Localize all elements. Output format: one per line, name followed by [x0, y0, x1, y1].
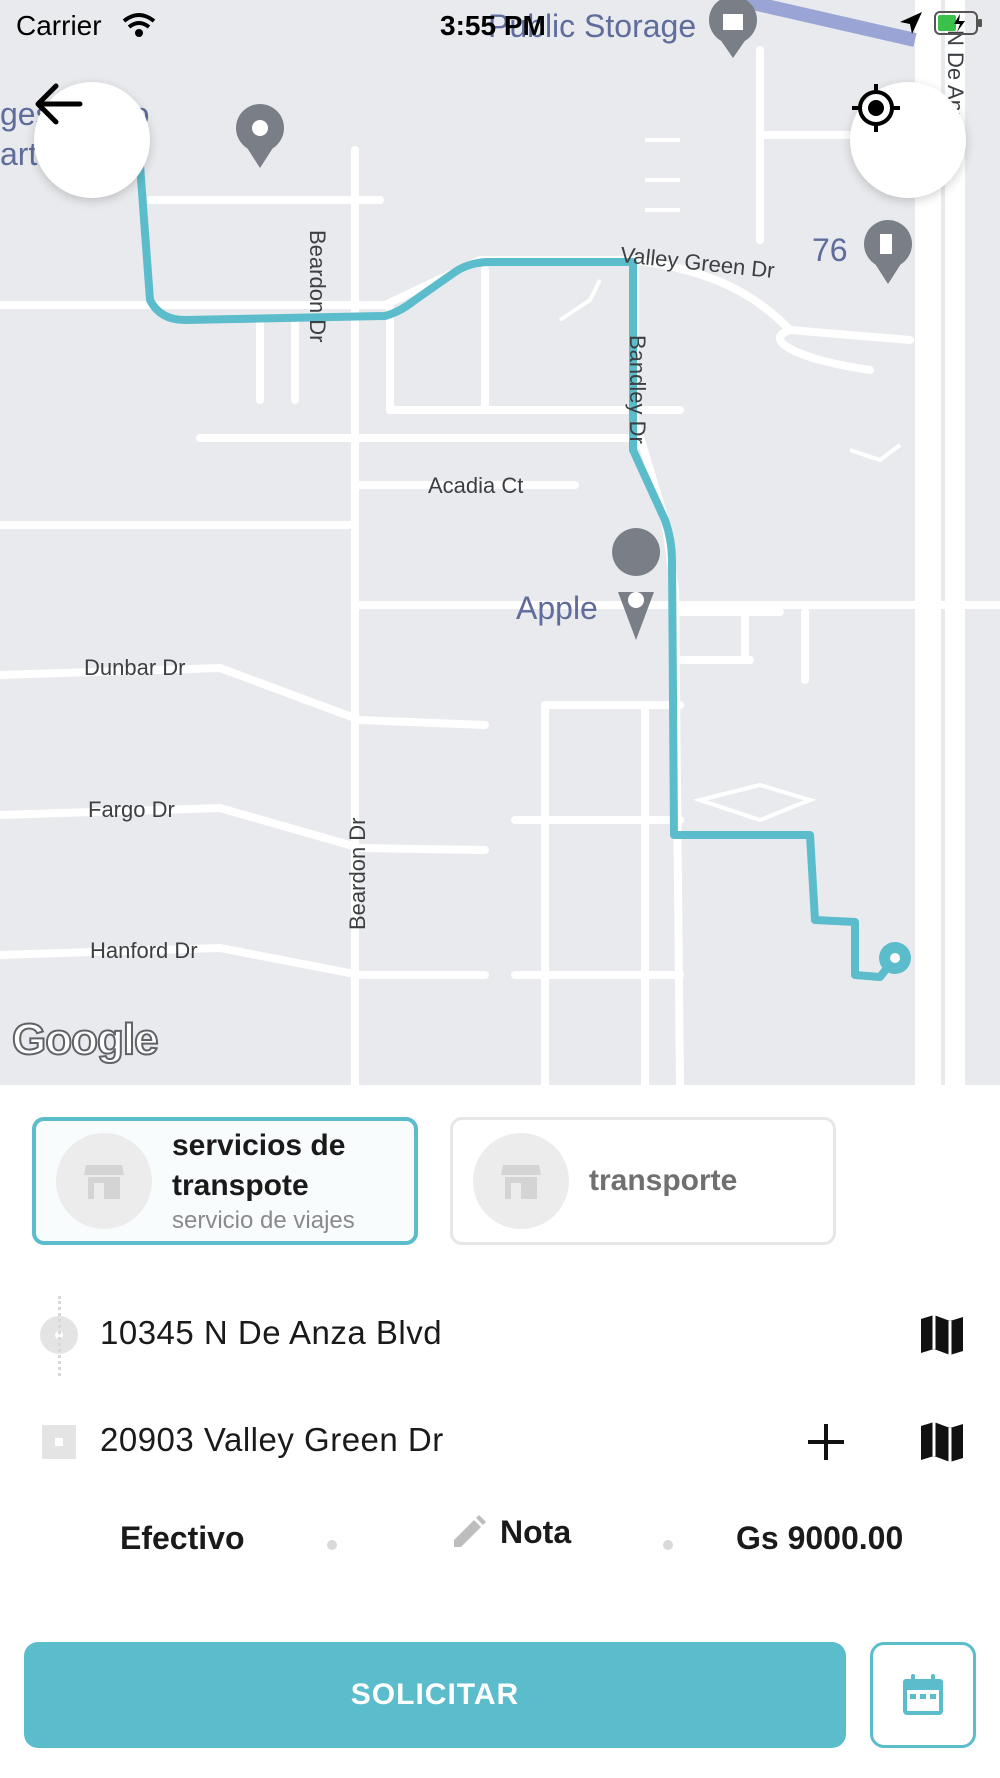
map-view[interactable]: Beardon Dr Beardon Dr Valley Green Dr Ba… [0, 0, 1000, 1085]
store-icon [56, 1133, 152, 1229]
origin-map-button[interactable] [912, 1305, 972, 1365]
payment-row: Efectivo Nota Gs 9000.00 [0, 1510, 1000, 1570]
pencil-icon [454, 1514, 486, 1547]
service-title: transporte [589, 1164, 738, 1197]
request-button[interactable]: SOLICITAR [24, 1642, 846, 1748]
street-label: Dunbar Dr [84, 655, 186, 680]
note-button[interactable]: Nota [450, 1514, 571, 1551]
poi-label-apple: Apple [516, 590, 598, 626]
poi-label-76: 76 [812, 232, 848, 268]
store-icon [473, 1133, 569, 1229]
back-button[interactable] [34, 82, 150, 198]
map-icon [921, 1422, 963, 1462]
gas-station-pin-icon [864, 220, 912, 284]
route-connector [58, 1296, 61, 1376]
service-option-card[interactable]: transporte [450, 1117, 836, 1245]
destination-address: 20903 Valley Green Dr [100, 1421, 444, 1458]
street-label: Hanford Dr [90, 938, 198, 963]
origin-row[interactable]: 10345 N De Anza Blvd [0, 1300, 1000, 1370]
separator-dot [663, 1540, 673, 1550]
separator-dot [327, 1540, 337, 1550]
battery-icon [934, 11, 982, 35]
map-canvas [0, 0, 1000, 1085]
street-label: Fargo Dr [88, 797, 175, 822]
payment-method[interactable]: Efectivo [120, 1520, 244, 1557]
street-label: Beardon Dr [345, 817, 370, 930]
service-title: servicios de transpote [172, 1129, 346, 1202]
location-arrow-icon [900, 12, 922, 34]
plus-icon [808, 1424, 844, 1460]
street-label: Acadia Ct [428, 473, 524, 498]
destination-square-icon [42, 1425, 76, 1459]
google-attribution: Google [11, 1014, 160, 1065]
carrier-label: Carrier [16, 10, 102, 41]
add-stop-button[interactable] [796, 1412, 856, 1472]
route-line [136, 164, 899, 981]
status-bar: Carrier 3:55 PM [0, 0, 1000, 52]
service-subtitle: servicio de viajes [172, 1207, 355, 1234]
apple-pin-icon [612, 528, 661, 640]
destination-map-button[interactable] [912, 1412, 972, 1472]
map-icon [921, 1315, 963, 1355]
wifi-icon [122, 13, 156, 37]
arrow-left-icon [35, 83, 83, 125]
service-option-card[interactable]: servicios de transpote servicio de viaje… [32, 1117, 418, 1245]
my-location-button[interactable] [850, 82, 966, 198]
trip-price: Gs 9000.00 [736, 1520, 904, 1556]
street-label: Beardon Dr [305, 230, 330, 343]
crosshair-icon [852, 84, 900, 132]
poi-pin-icon [236, 104, 284, 168]
street-label: Bandley Dr [625, 335, 650, 444]
clock: 3:55 PM [440, 10, 546, 41]
calendar-icon [903, 1674, 943, 1715]
origin-address: 10345 N De Anza Blvd [100, 1314, 443, 1351]
schedule-button[interactable] [870, 1642, 976, 1748]
note-label: Nota [500, 1514, 572, 1550]
destination-row[interactable]: 20903 Valley Green Dr [0, 1407, 1000, 1477]
